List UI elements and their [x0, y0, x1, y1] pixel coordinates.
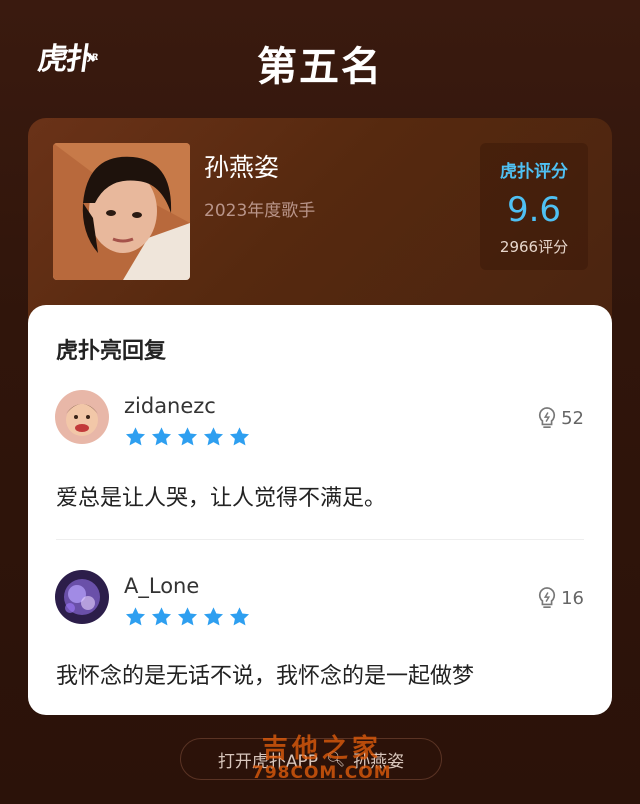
score-count: 2966评分: [499, 238, 569, 256]
rating-stars: [124, 426, 251, 448]
panel-title: 虎扑亮回复: [56, 339, 167, 364]
like-count: 16: [561, 587, 584, 609]
watermark: 吉他之家 798COM.COM: [252, 728, 392, 783]
username[interactable]: zidanezc: [124, 394, 216, 418]
watermark-url: 798COM.COM: [252, 763, 392, 783]
star-icon: [229, 607, 250, 626]
singer-photo[interactable]: [53, 143, 190, 280]
star-icon: [151, 427, 172, 446]
comments-panel: 虎扑亮回复 zidanezc 52 爱总是让人哭，让人觉得不满足。 A_Lone…: [28, 305, 612, 715]
star-icon: [177, 607, 198, 626]
score-label: 虎扑评分: [500, 162, 568, 182]
comment-text: 我怀念的是无话不说，我怀念的是一起做梦: [56, 664, 475, 689]
avatar[interactable]: [55, 570, 109, 624]
singer-photo-image: [53, 143, 190, 280]
lightbulb-icon: [538, 407, 556, 428]
like-button[interactable]: 52: [536, 406, 584, 430]
star-icon: [125, 607, 146, 626]
avatar[interactable]: [55, 390, 109, 444]
star-icon: [177, 427, 198, 446]
page: 虎扑 JR 第五名 孙燕姿 2023年度歌手 虎扑评分 9.6 2966评分 虎…: [0, 0, 640, 804]
rating-stars: [124, 606, 251, 628]
score-value: 9.6: [506, 190, 562, 230]
singer-subtitle: 2023年度歌手: [204, 201, 316, 221]
star-icon: [125, 427, 146, 446]
like-button[interactable]: 16: [536, 586, 584, 610]
avatar-image: [55, 570, 109, 624]
star-icon: [203, 427, 224, 446]
star-icon: [151, 607, 172, 626]
watermark-text: 吉他之家: [261, 734, 382, 764]
divider: [56, 539, 584, 540]
comment-text: 爱总是让人哭，让人觉得不满足。: [56, 486, 387, 511]
page-title: 第五名: [257, 44, 383, 90]
like-count: 52: [561, 407, 584, 429]
avatar-image: [55, 390, 109, 444]
singer-name: 孙燕姿: [204, 153, 280, 182]
username[interactable]: A_Lone: [124, 574, 199, 598]
score-box: 虎扑评分 9.6 2966评分: [480, 143, 588, 270]
star-icon: [229, 427, 250, 446]
lightbulb-icon: [538, 587, 556, 608]
star-icon: [203, 607, 224, 626]
